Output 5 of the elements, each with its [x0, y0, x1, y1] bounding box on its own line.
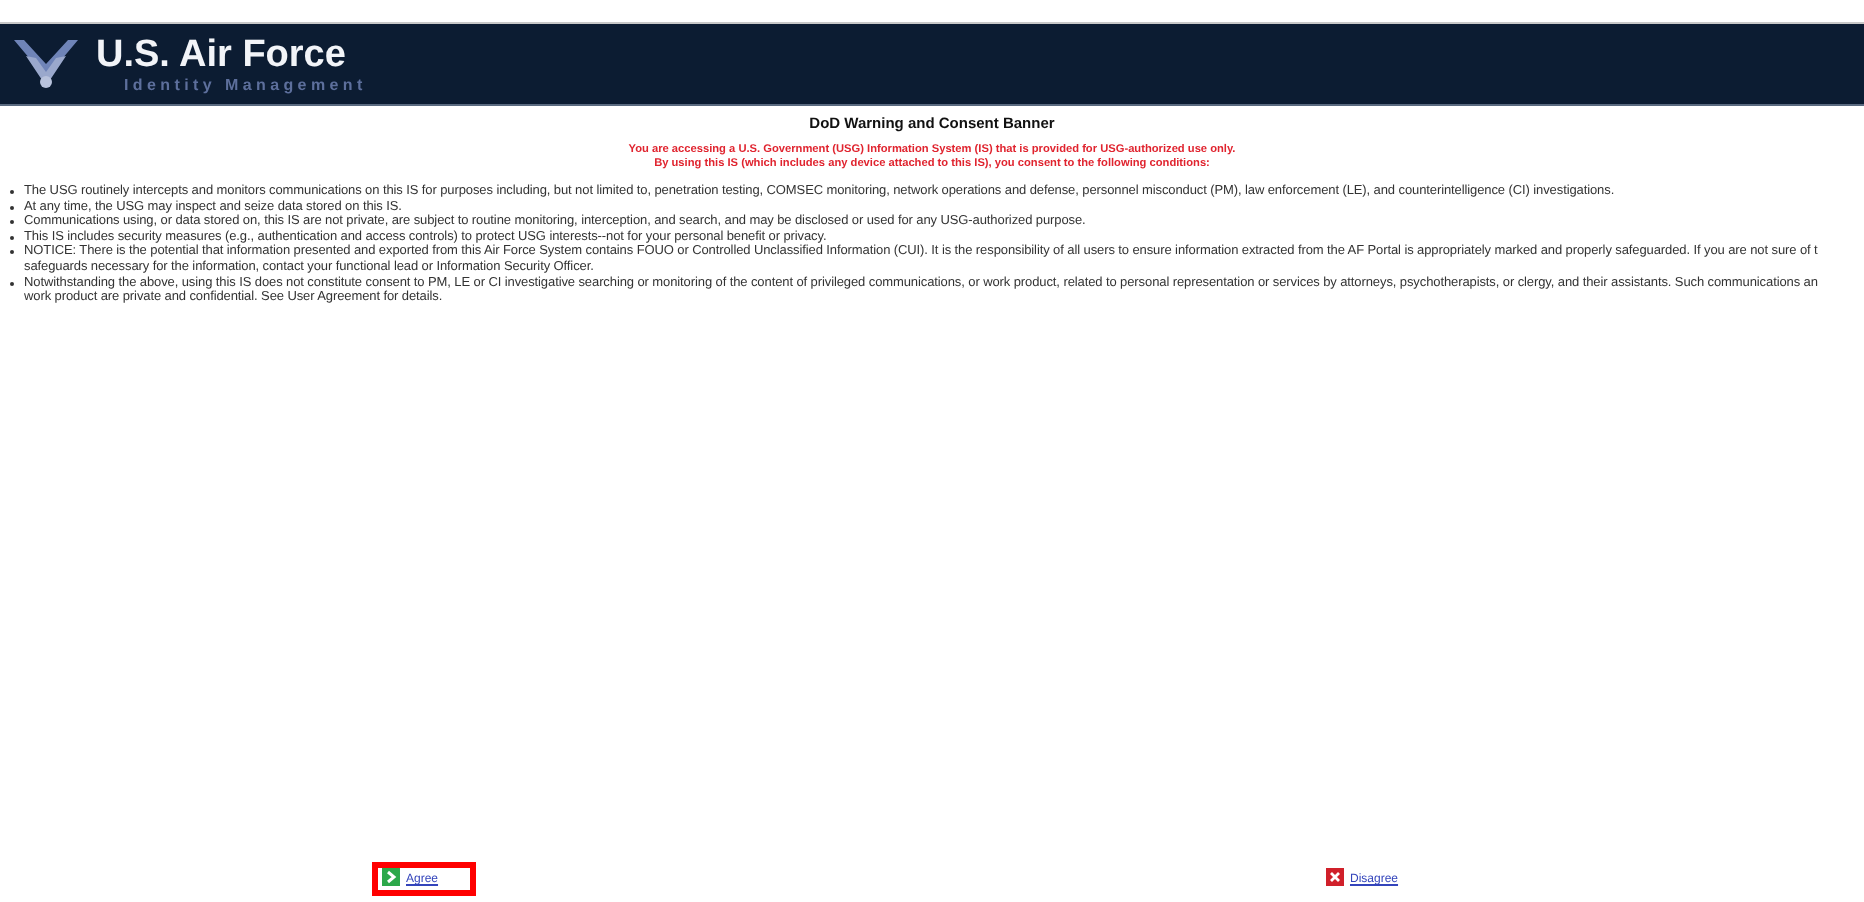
- brand-title: U.S. Air Force: [96, 35, 348, 75]
- chevron-icon: [382, 868, 400, 886]
- brand-subtitle: Identity Management: [124, 75, 367, 93]
- close-icon: [1326, 868, 1344, 886]
- wings-logo-icon: [12, 34, 80, 94]
